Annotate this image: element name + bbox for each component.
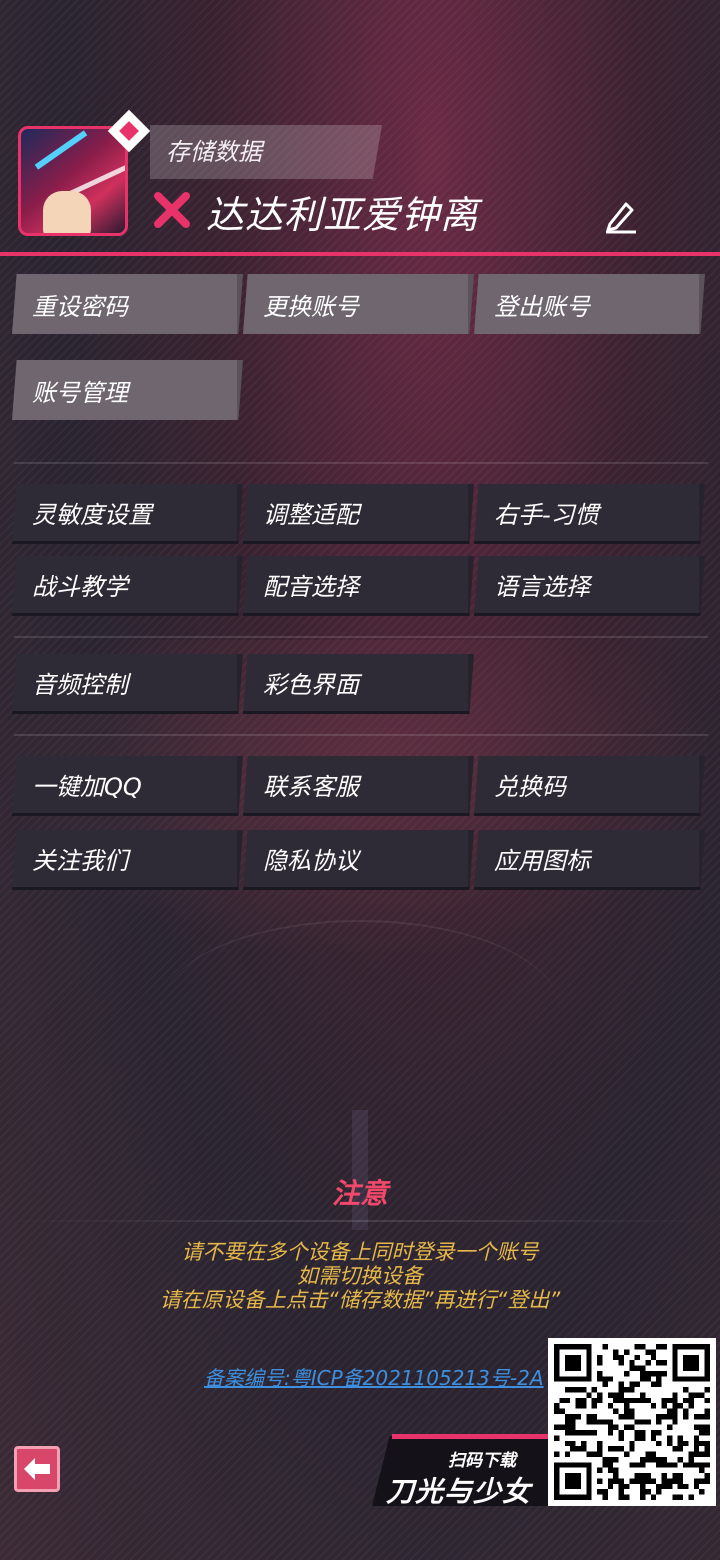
redeem-code-button[interactable]: 兑换码: [474, 756, 705, 816]
color-ui-button[interactable]: 彩色界面: [243, 654, 474, 714]
section-divider: [14, 734, 708, 736]
logout-button[interactable]: 登出账号: [474, 274, 705, 334]
background-beam: [352, 1110, 368, 1230]
back-button[interactable]: [14, 1446, 60, 1492]
close-x-icon: [154, 192, 190, 228]
background-arc: [160, 920, 560, 1100]
notice-divider: [0, 1220, 720, 1222]
language-select-button[interactable]: 语言选择: [474, 556, 705, 616]
icp-registration-link[interactable]: 备案编号:粤ICP备2021105213号-2A: [204, 1362, 544, 1391]
save-data-button[interactable]: 存储数据: [150, 125, 382, 179]
notice-title: 注意: [331, 1177, 388, 1210]
avatar[interactable]: [18, 126, 128, 236]
adjust-fit-button[interactable]: 调整适配: [243, 484, 474, 544]
add-qq-button[interactable]: 一键加QQ: [12, 756, 243, 816]
audio-control-button[interactable]: 音频控制: [12, 654, 243, 714]
section-divider: [14, 636, 708, 638]
sensitivity-settings-button[interactable]: 灵敏度设置: [12, 484, 243, 544]
handedness-button[interactable]: 右手-习惯: [474, 484, 705, 544]
section-divider: [14, 462, 708, 464]
notice-line: 请在原设备上点击“储存数据”再进行“登出”: [159, 1288, 561, 1312]
qr-code-image: [554, 1344, 710, 1500]
profile-header: 存储数据 达达利亚爱钟离: [0, 0, 720, 256]
voice-select-button[interactable]: 配音选择: [243, 556, 474, 616]
game-title: 刀光与少女: [386, 1475, 532, 1508]
avatar-hand: [43, 191, 91, 233]
contact-support-button[interactable]: 联系客服: [243, 756, 474, 816]
combat-tutorial-button[interactable]: 战斗教学: [12, 556, 243, 616]
arrow-left-icon: [24, 1458, 50, 1480]
avatar-streak: [34, 130, 88, 170]
user-name: 达达利亚爱钟离: [206, 193, 480, 237]
pencil-icon[interactable]: [602, 198, 638, 234]
account-management-button[interactable]: 账号管理: [12, 360, 243, 420]
switch-account-button[interactable]: 更换账号: [243, 274, 474, 334]
header-divider: [0, 252, 720, 256]
qr-code[interactable]: [548, 1338, 716, 1506]
follow-us-button[interactable]: 关注我们: [12, 830, 243, 890]
reset-password-button[interactable]: 重设密码: [12, 274, 243, 334]
promo-accent-bar: [392, 1434, 548, 1439]
scan-download-label: 扫码下载: [448, 1451, 516, 1471]
app-icon-button[interactable]: 应用图标: [474, 830, 705, 890]
privacy-policy-button[interactable]: 隐私协议: [243, 830, 474, 890]
